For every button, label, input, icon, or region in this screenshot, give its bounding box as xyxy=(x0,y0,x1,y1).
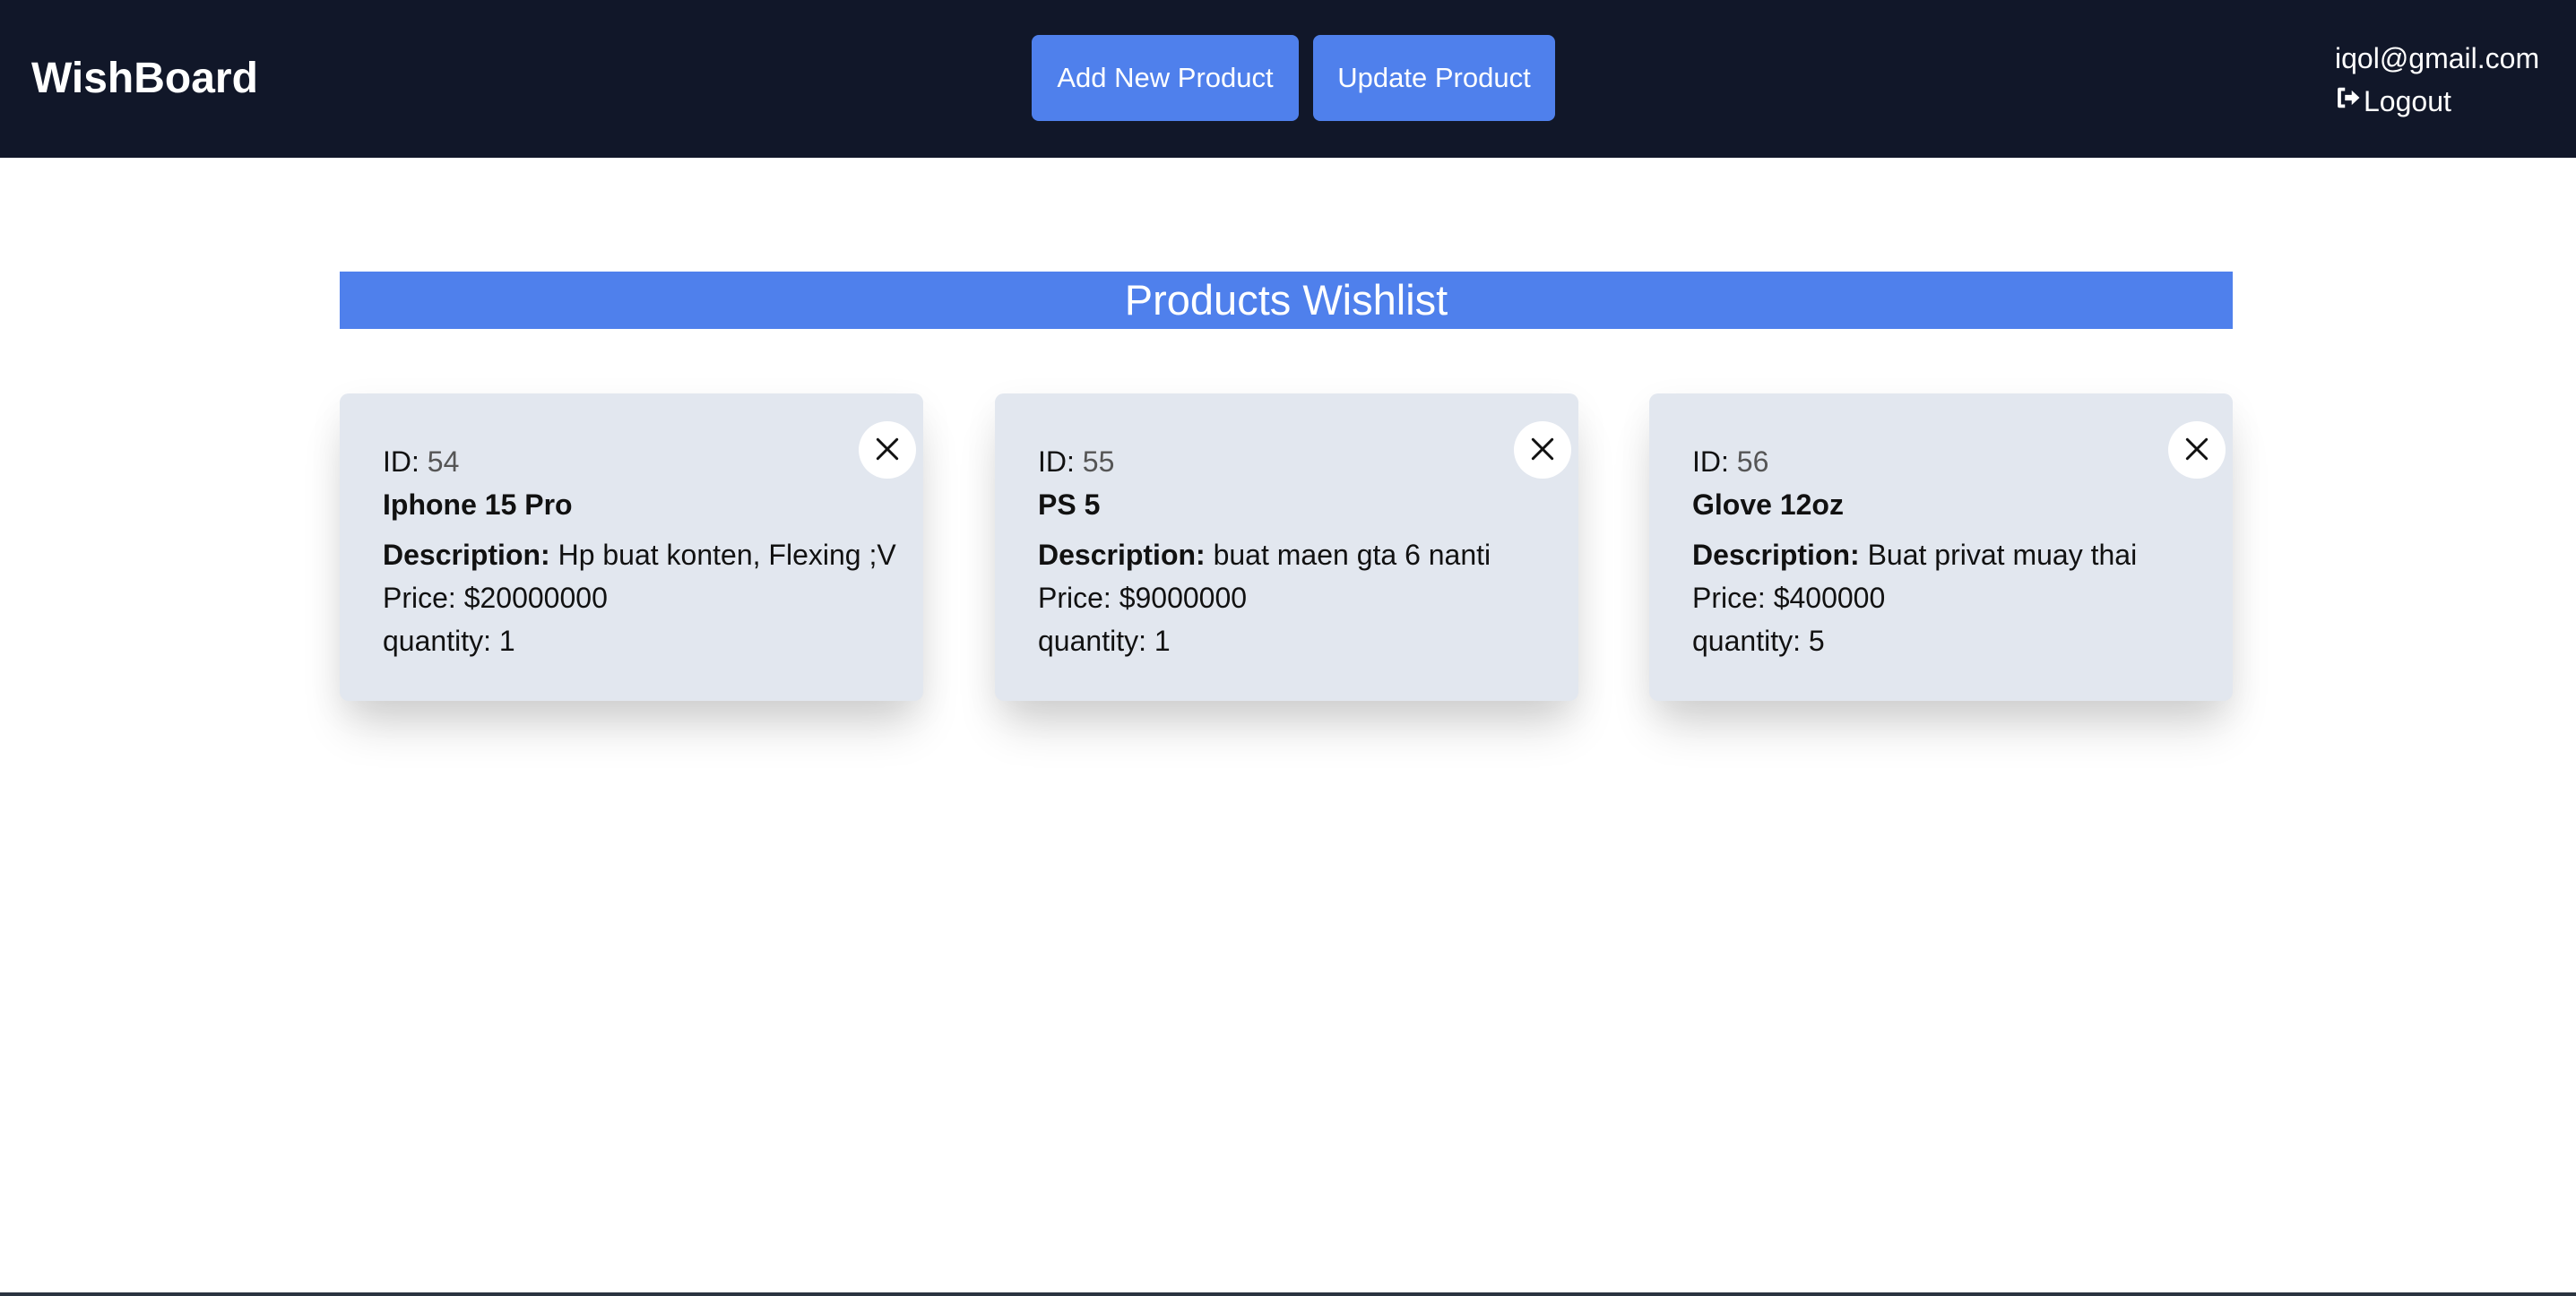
id-value: 54 xyxy=(427,445,460,478)
product-price: Price: $400000 xyxy=(1692,576,2137,619)
id-value: 55 xyxy=(1082,445,1115,478)
description-label: Description: xyxy=(1692,539,1860,571)
product-card: ID: 56 Glove 12oz Description: Buat priv… xyxy=(1649,393,2233,701)
close-icon xyxy=(2183,435,2211,466)
product-description: Description: Buat privat muay thai xyxy=(1692,533,2137,576)
product-quantity: quantity: 5 xyxy=(1692,619,2137,662)
close-icon xyxy=(1528,435,1557,466)
description-value: Buat privat muay thai xyxy=(1867,539,2138,571)
bottom-border xyxy=(0,1292,2576,1296)
logout-label: Logout xyxy=(2364,85,2451,117)
page-title: Products Wishlist xyxy=(340,272,2233,329)
update-product-button[interactable]: Update Product xyxy=(1313,35,1555,121)
price-value: $20000000 xyxy=(463,582,608,614)
product-description: Description: buat maen gta 6 nanti xyxy=(1038,533,1491,576)
price-label: Price: xyxy=(1692,582,1766,614)
user-menu: iqol@gmail.com Logout xyxy=(2335,36,2539,122)
price-value: $9000000 xyxy=(1119,582,1248,614)
product-quantity: quantity: 1 xyxy=(383,619,896,662)
id-value: 56 xyxy=(1736,445,1769,478)
navbar: WishBoard Add New Product Update Product… xyxy=(0,0,2576,158)
id-label: ID: xyxy=(383,445,419,478)
product-id: ID: 56 xyxy=(1692,440,2137,483)
product-card: ID: 54 Iphone 15 Pro Description: Hp bua… xyxy=(340,393,923,701)
product-id: ID: 54 xyxy=(383,440,896,483)
description-label: Description: xyxy=(1038,539,1206,571)
quantity-label: quantity: xyxy=(383,625,491,657)
product-name: PS 5 xyxy=(1038,488,1101,521)
sign-out-icon xyxy=(2335,81,2364,122)
id-label: ID: xyxy=(1692,445,1729,478)
remove-product-button[interactable] xyxy=(2168,421,2226,479)
description-value: buat maen gta 6 nanti xyxy=(1213,539,1491,571)
price-label: Price: xyxy=(383,582,456,614)
logout-link[interactable]: Logout xyxy=(2335,81,2539,122)
product-description: Description: Hp buat konten, Flexing ;V xyxy=(383,533,896,576)
quantity-label: quantity: xyxy=(1038,625,1146,657)
product-name: Iphone 15 Pro xyxy=(383,488,573,521)
id-label: ID: xyxy=(1038,445,1075,478)
quantity-value: 1 xyxy=(1154,625,1171,657)
brand-logo[interactable]: WishBoard xyxy=(31,0,258,158)
add-new-product-button[interactable]: Add New Product xyxy=(1032,35,1299,121)
price-label: Price: xyxy=(1038,582,1111,614)
user-email: iqol@gmail.com xyxy=(2335,42,2540,74)
description-value: Hp buat konten, Flexing ;V xyxy=(558,539,896,571)
product-name: Glove 12oz xyxy=(1692,488,1844,521)
product-quantity: quantity: 1 xyxy=(1038,619,1491,662)
description-label: Description: xyxy=(383,539,550,571)
product-price: Price: $20000000 xyxy=(383,576,896,619)
product-price: Price: $9000000 xyxy=(1038,576,1491,619)
quantity-value: 1 xyxy=(498,625,515,657)
price-value: $400000 xyxy=(1773,582,1886,614)
remove-product-button[interactable] xyxy=(1514,421,1571,479)
quantity-label: quantity: xyxy=(1692,625,1801,657)
product-id: ID: 55 xyxy=(1038,440,1491,483)
quantity-value: 5 xyxy=(1808,625,1825,657)
product-card: ID: 55 PS 5 Description: buat maen gta 6… xyxy=(995,393,1578,701)
